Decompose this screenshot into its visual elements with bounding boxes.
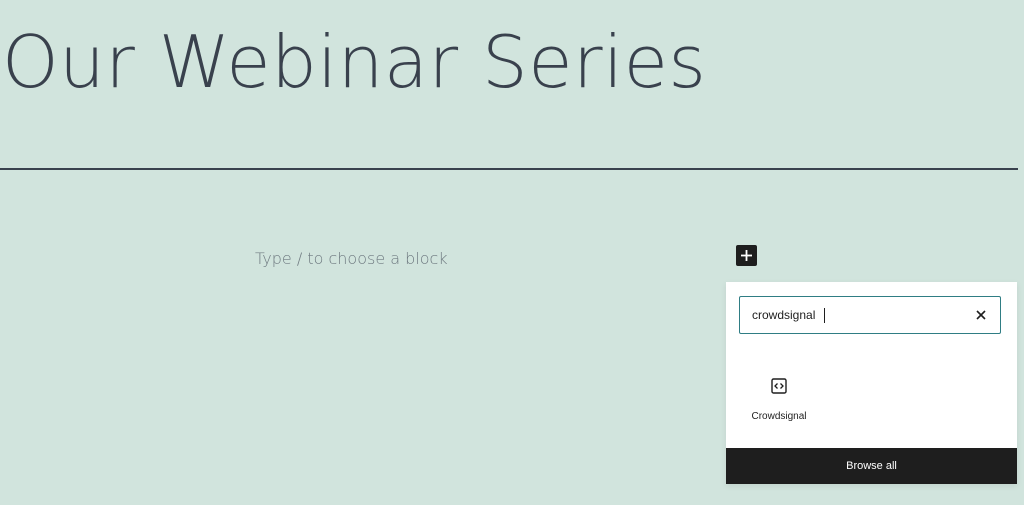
block-result-crowdsignal[interactable]: Crowdsignal: [744, 370, 814, 422]
block-search-input[interactable]: [752, 297, 962, 333]
code-embed-icon: [771, 378, 787, 394]
block-inserter-panel: Crowdsignal Browse all: [726, 282, 1017, 484]
block-result-label: Crowdsignal: [751, 411, 807, 422]
block-search-box[interactable]: [739, 296, 1001, 334]
block-placeholder[interactable]: Type / to choose a block: [255, 249, 448, 268]
text-caret: [824, 308, 825, 323]
close-icon: [976, 310, 986, 320]
plus-icon: [741, 250, 752, 261]
block-inserter-toggle[interactable]: [736, 245, 757, 266]
browse-all-button[interactable]: Browse all: [726, 448, 1017, 484]
clear-search-button[interactable]: [972, 306, 990, 324]
separator: [0, 168, 1018, 170]
page-title[interactable]: Our Webinar Series: [2, 14, 706, 110]
